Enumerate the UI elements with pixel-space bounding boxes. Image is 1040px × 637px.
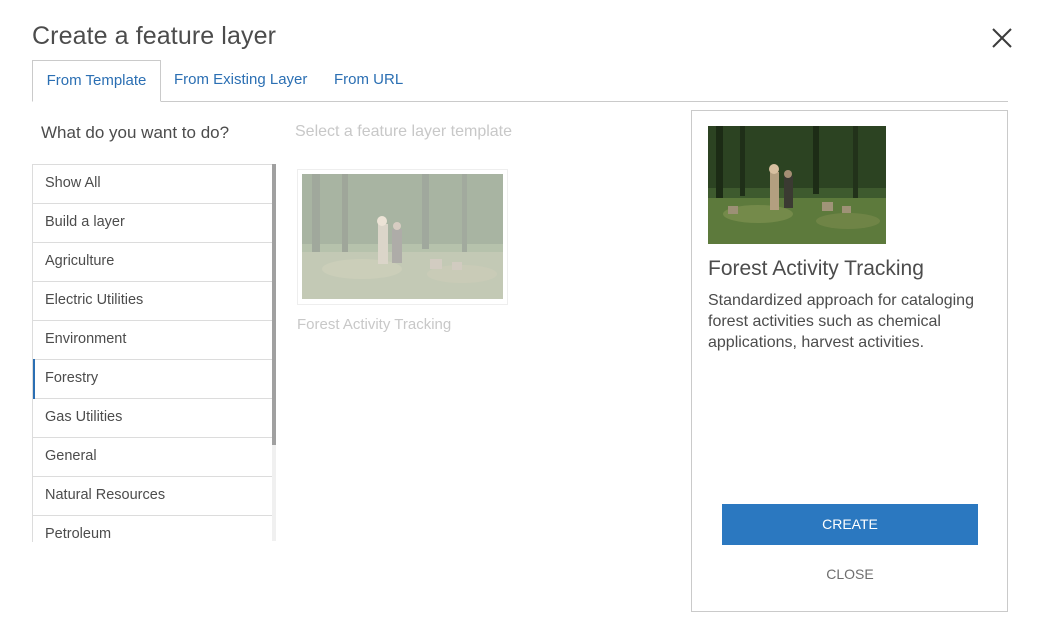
tab-from-template[interactable]: From Template: [32, 60, 161, 102]
template-detail-panel: Forest Activity Tracking Standardized ap…: [691, 110, 1008, 612]
dialog-title: Create a feature layer: [32, 22, 276, 50]
category-item-general[interactable]: General: [33, 438, 273, 477]
category-item-agriculture[interactable]: Agriculture: [33, 243, 273, 282]
detail-title: Forest Activity Tracking: [708, 257, 924, 280]
template-card[interactable]: [297, 169, 508, 305]
detail-thumbnail: [708, 126, 886, 244]
category-question: What do you want to do?: [41, 123, 230, 142]
category-item-gas-utilities[interactable]: Gas Utilities: [33, 399, 273, 438]
category-item-petroleum[interactable]: Petroleum: [33, 516, 273, 542]
detail-description: Standardized approach for cataloging for…: [708, 292, 974, 351]
template-thumbnail: [302, 174, 503, 299]
template-name[interactable]: Forest Activity Tracking: [297, 316, 451, 333]
tab-bar: From Template From Existing Layer From U…: [32, 60, 1008, 102]
template-hint: Select a feature layer template: [295, 123, 513, 140]
close-button[interactable]: CLOSE: [722, 566, 978, 582]
category-list: Show All Build a layer Agriculture Elect…: [32, 164, 273, 542]
category-item-build-a-layer[interactable]: Build a layer: [33, 204, 273, 243]
create-button[interactable]: CREATE: [722, 504, 978, 545]
category-scrollbar-thumb[interactable]: [272, 164, 276, 445]
category-item-electric-utilities[interactable]: Electric Utilities: [33, 282, 273, 321]
category-item-forestry[interactable]: Forestry: [33, 359, 273, 399]
category-item-environment[interactable]: Environment: [33, 321, 273, 360]
category-item-natural-resources[interactable]: Natural Resources: [33, 477, 273, 516]
tab-from-existing-layer[interactable]: From Existing Layer: [174, 60, 307, 100]
tab-from-url[interactable]: From URL: [334, 60, 403, 100]
close-icon[interactable]: [988, 24, 1016, 52]
category-item-show-all[interactable]: Show All: [33, 165, 273, 204]
